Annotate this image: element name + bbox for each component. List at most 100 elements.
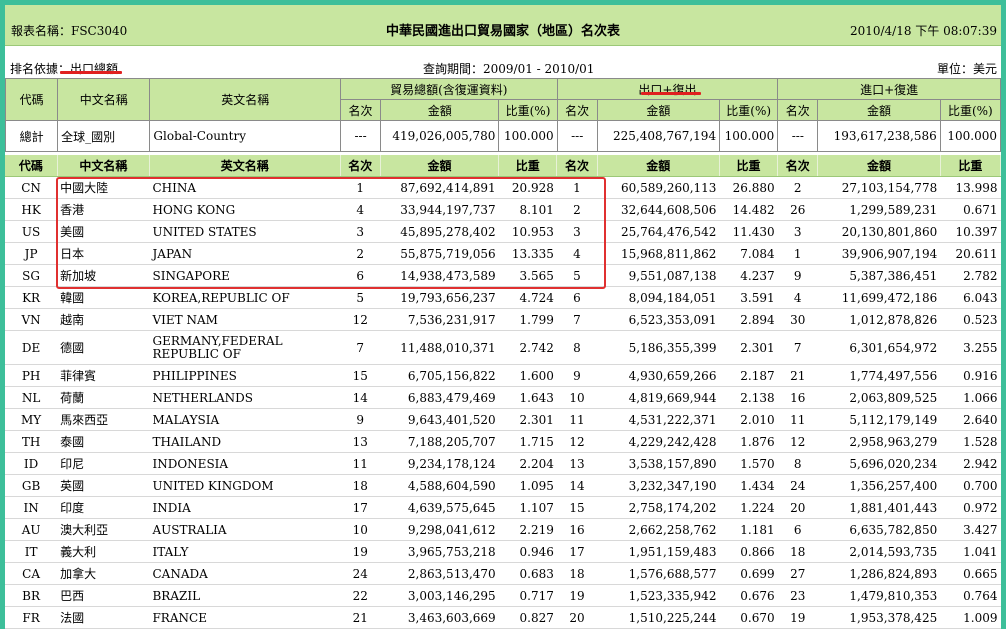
report-header: 報表名稱：FSC3040 中華民國進出口貿易國家（地區）名次表 2010/4/1… — [5, 5, 1001, 46]
country-ename: UNITED KINGDOM — [149, 474, 341, 497]
column-header: 代碼 — [5, 155, 58, 177]
table-row: PH 菲律賓 PHILIPPINES 15 6,705,156,822 1.600 9 4,9… — [5, 364, 1001, 387]
table-cell: 4,639,575,645 — [380, 496, 499, 519]
table-cell: 1.041 — [940, 540, 1001, 563]
country-ename: GERMANY,FEDERAL REPUBLIC OF — [149, 330, 341, 365]
table-cell: 5,696,020,234 — [817, 452, 941, 475]
table-cell: 10.397 — [940, 220, 1001, 243]
export-group-underline — [641, 92, 701, 95]
table-cell: 10 — [340, 518, 381, 541]
table-cell: 1.107 — [498, 496, 557, 519]
table-cell: 1,012,878,826 — [817, 308, 941, 331]
table-row: AU 澳大利亞 AUSTRALIA 10 9,298,041,612 2.219 16 2,6… — [5, 518, 1001, 541]
table-cell: 2.894 — [719, 308, 778, 331]
table-cell: 25,764,476,542 — [597, 220, 720, 243]
table-cell: 0.676 — [719, 584, 778, 607]
table-row: IN 印度 INDIA 17 4,639,575,645 1.107 15 2,758,174… — [5, 496, 1001, 519]
country-cname: 法國 — [57, 606, 150, 629]
country-cname: 韓國 — [57, 286, 150, 309]
table-cell: 1,356,257,400 — [817, 474, 941, 497]
country-ename: INDONESIA — [149, 452, 341, 475]
table-row: VN 越南 VIET NAM 12 7,536,231,917 1.799 7 6,523,3… — [5, 308, 1001, 331]
table-row: TH 泰國 THAILAND 13 7,188,205,707 1.715 12 4,229,… — [5, 430, 1001, 453]
table-cell: 9 — [556, 364, 598, 387]
country-code: SG — [5, 264, 58, 287]
table-cell: 4,819,669,944 — [597, 386, 720, 409]
table-cell: 1.528 — [940, 430, 1001, 453]
table-cell: 0.699 — [719, 562, 778, 585]
table-cell: 6,883,479,469 — [380, 386, 499, 409]
table-cell: 6 — [556, 286, 598, 309]
table-cell: 5,387,386,451 — [817, 264, 941, 287]
country-cname: 義大利 — [57, 540, 150, 563]
table-cell: 7 — [340, 330, 381, 365]
table-cell: 23 — [777, 584, 818, 607]
table-cell: 24 — [340, 562, 381, 585]
country-ename: KOREA,REPUBLIC OF — [149, 286, 341, 309]
table-cell: 1,881,401,443 — [817, 496, 941, 519]
table-cell: 1.181 — [719, 518, 778, 541]
table-cell: 10 — [556, 386, 598, 409]
table-cell: 2.640 — [940, 408, 1001, 431]
table-cell: 11 — [556, 408, 598, 431]
table-cell: 1.009 — [940, 606, 1001, 629]
summary-table: 代碼 中文名稱 英文名稱 貿易總額(含復運資料) 出口+復出 進口+復進 名次 … — [5, 78, 1001, 152]
table-cell: 0.972 — [940, 496, 1001, 519]
table-cell: 13 — [556, 452, 598, 475]
table-cell: 27,103,154,778 — [817, 176, 941, 199]
table-cell: 3.591 — [719, 286, 778, 309]
table-cell: 19 — [340, 540, 381, 563]
table-cell: 0.523 — [940, 308, 1001, 331]
column-header: 比重 — [719, 155, 779, 177]
table-row: MY 馬來西亞 MALAYSIA 9 9,643,401,520 2.301 11 4,531… — [5, 408, 1001, 431]
group-export: 出口+復出 — [556, 78, 779, 100]
table-cell: 3,232,347,190 — [597, 474, 720, 497]
table-cell: 7.084 — [719, 242, 778, 265]
table-cell: 1,299,589,231 — [817, 198, 941, 221]
table-cell: 1.715 — [498, 430, 557, 453]
column-header: 名次 — [777, 155, 819, 177]
country-code: DE — [5, 330, 58, 365]
country-ename: NETHERLANDS — [149, 386, 341, 409]
column-header: 名次 — [340, 155, 381, 177]
table-cell: 21 — [340, 606, 381, 629]
table-cell: 2.301 — [498, 408, 557, 431]
table-cell: 4.237 — [719, 264, 778, 287]
col-code: 代碼 — [5, 78, 59, 121]
table-row: GB 英國 UNITED KINGDOM 18 4,588,604,590 1.095 14… — [5, 474, 1001, 497]
table-cell: 0.665 — [940, 562, 1001, 585]
table-cell: 2.010 — [719, 408, 778, 431]
table-cell: 0.764 — [940, 584, 1001, 607]
table-cell: 13.998 — [940, 176, 1001, 199]
table-cell: 4 — [777, 286, 818, 309]
report-page: 報表名稱：FSC3040 中華民國進出口貿易國家（地區）名次表 2010/4/1… — [5, 5, 1001, 629]
table-cell: 2,063,809,525 — [817, 386, 941, 409]
table-cell: 11 — [340, 452, 381, 475]
table-cell: 14.482 — [719, 198, 778, 221]
table-cell: 20.611 — [940, 242, 1001, 265]
table-cell: 19 — [556, 584, 598, 607]
table-cell: 2.301 — [719, 330, 778, 365]
country-cname: 印尼 — [57, 452, 150, 475]
table-cell: 0.946 — [498, 540, 557, 563]
table-cell: 19 — [777, 606, 818, 629]
column-header: 比重 — [498, 155, 558, 177]
table-cell: 22 — [340, 584, 381, 607]
table-cell: 2,014,593,735 — [817, 540, 941, 563]
group-import: 進口+復進 — [777, 78, 1001, 100]
table-cell: 9 — [777, 264, 818, 287]
table-row: BR 巴西 BRAZIL 22 3,003,146,295 0.717 19 1,523,33… — [5, 584, 1001, 607]
table-cell: 1.224 — [719, 496, 778, 519]
table-cell: 6,635,782,850 — [817, 518, 941, 541]
table-cell: 2,958,963,279 — [817, 430, 941, 453]
country-cname: 越南 — [57, 308, 150, 331]
table-cell: 0.717 — [498, 584, 557, 607]
table-cell: 7,536,231,917 — [380, 308, 499, 331]
table-cell: 17 — [340, 496, 381, 519]
table-cell: 4,531,222,371 — [597, 408, 720, 431]
col-cname: 中文名稱 — [57, 78, 151, 121]
country-ename: VIET NAM — [149, 308, 341, 331]
table-cell: 0.683 — [498, 562, 557, 585]
country-code: AU — [5, 518, 58, 541]
country-cname: 澳大利亞 — [57, 518, 150, 541]
